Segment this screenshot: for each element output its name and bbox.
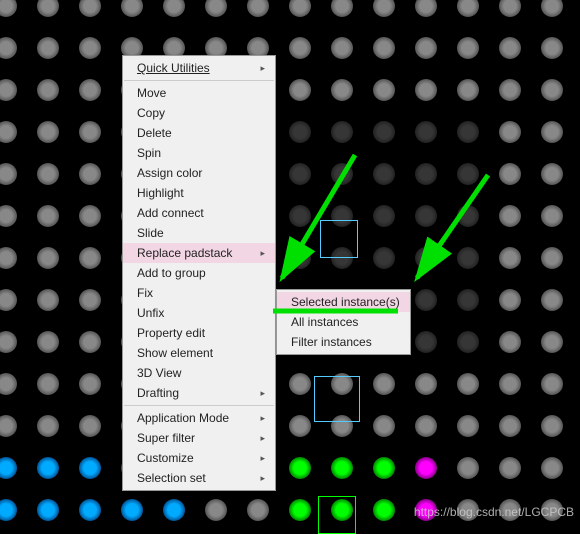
menu-customize[interactable]: Customize — [123, 448, 275, 468]
menu-quick-utilities[interactable]: Quick Utilities — [123, 58, 275, 78]
context-menu: Quick Utilities Move Copy Delete Spin As… — [122, 55, 276, 491]
menu-fix[interactable]: Fix — [123, 283, 275, 303]
submenu-filter-instances[interactable]: Filter instances — [277, 332, 410, 352]
menu-3d-view[interactable]: 3D View — [123, 363, 275, 383]
menu-spin[interactable]: Spin — [123, 143, 275, 163]
menu-application-mode[interactable]: Application Mode — [123, 408, 275, 428]
selection-box — [320, 220, 358, 258]
menu-replace-padstack[interactable]: Replace padstack — [123, 243, 275, 263]
menu-highlight[interactable]: Highlight — [123, 183, 275, 203]
menu-slide[interactable]: Slide — [123, 223, 275, 243]
submenu-selected-instances[interactable]: Selected instance(s) — [277, 292, 410, 312]
menu-show-element[interactable]: Show element — [123, 343, 275, 363]
menu-delete[interactable]: Delete — [123, 123, 275, 143]
menu-super-filter[interactable]: Super filter — [123, 428, 275, 448]
menu-selection-set[interactable]: Selection set — [123, 468, 275, 488]
menu-add-connect[interactable]: Add connect — [123, 203, 275, 223]
watermark: https://blog.csdn.net/LGCPCB — [414, 505, 574, 519]
submenu-all-instances[interactable]: All instances — [277, 312, 410, 332]
menu-property-edit[interactable]: Property edit — [123, 323, 275, 343]
menu-unfix[interactable]: Unfix — [123, 303, 275, 323]
menu-assign-color[interactable]: Assign color — [123, 163, 275, 183]
menu-add-to-group[interactable]: Add to group — [123, 263, 275, 283]
menu-drafting[interactable]: Drafting — [123, 383, 275, 403]
pcb-canvas: // generate grid of pads via document.wr… — [0, 0, 580, 523]
selection-box — [314, 376, 360, 422]
selection-box — [318, 496, 356, 534]
menu-move[interactable]: Move — [123, 83, 275, 103]
submenu-replace-padstack: Selected instance(s) All instances Filte… — [276, 289, 411, 355]
menu-copy[interactable]: Copy — [123, 103, 275, 123]
